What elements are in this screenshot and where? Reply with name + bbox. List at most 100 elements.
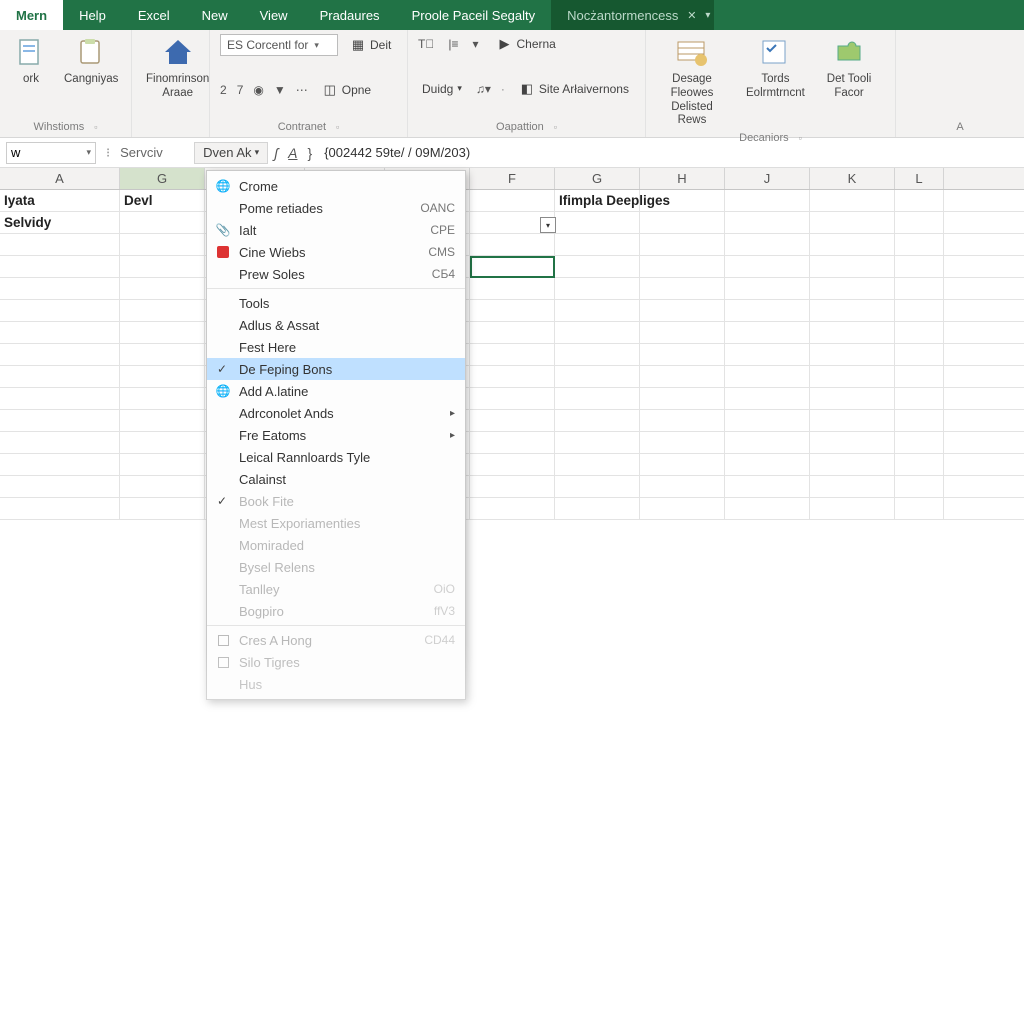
chevron-down-icon[interactable]: ▾ (705, 10, 710, 21)
tab-mern[interactable]: Mern (0, 0, 63, 30)
context-menu-label: Ialt (239, 223, 256, 238)
document-tab[interactable]: Nocżantormencess ✕ ▾ (551, 0, 714, 30)
ribbon: ork Cangniyas Wihstioms▫ Finomrinson Ara… (0, 30, 1024, 138)
col-header[interactable]: F (470, 168, 555, 189)
more-icon[interactable]: ⋯ (296, 83, 308, 97)
cell[interactable] (725, 212, 810, 233)
chevron-right-icon: ▸ (450, 408, 455, 419)
context-menu-label: Crome (239, 179, 278, 194)
cell[interactable] (470, 190, 555, 211)
context-menu-item[interactable]: ✓ De Feping Bons (207, 358, 465, 380)
cell[interactable] (810, 190, 895, 211)
desage-button[interactable]: Desage FleowesDelisted Rews (656, 34, 728, 130)
col-header[interactable]: A (0, 168, 120, 189)
context-menu-label: De Feping Bons (239, 362, 332, 377)
context-menu-item[interactable]: Leical Rannloards Tyle (207, 446, 465, 468)
context-menu-label: Cres A Hong (239, 633, 312, 648)
dialog-launcher-icon[interactable]: ▫ (554, 122, 557, 132)
tords-button[interactable]: TordsEolrmtrncnt (742, 34, 809, 103)
finomrinson-button[interactable]: Finomrinson Araae (142, 34, 213, 103)
cell[interactable] (555, 212, 640, 233)
globe2-icon: 🌐 (215, 383, 231, 399)
context-menu-label: Leical Rannloards Tyle (239, 450, 370, 465)
corcentl-combo[interactable]: ES Corcentl for▾ (220, 34, 338, 56)
context-menu-item[interactable]: Prew SolesCБ4 (207, 263, 465, 285)
group-label: Decaniors (739, 132, 789, 144)
context-menu-item[interactable]: 🌐Add A.latine (207, 380, 465, 402)
dialog-launcher-icon[interactable]: ▫ (94, 122, 97, 132)
col-header[interactable]: L (895, 168, 944, 189)
context-menu-label: Prew Soles (239, 267, 305, 282)
cell[interactable] (640, 212, 725, 233)
align-icon[interactable]: |≡ (448, 37, 458, 51)
puzzle-icon (832, 36, 866, 70)
col-header[interactable]: J (725, 168, 810, 189)
dropdown-icon[interactable]: ▾ (472, 37, 478, 51)
cell[interactable]: Devl (120, 190, 205, 211)
cell[interactable] (640, 190, 725, 211)
ork-button[interactable]: ork (10, 34, 52, 89)
shortcut-label: OiO (434, 582, 455, 596)
context-menu-item[interactable]: Pome retiadesOANC (207, 197, 465, 219)
opne-button[interactable]: ◫Opne (318, 80, 375, 100)
context-menu-item[interactable]: Cine WiebsCMS (207, 241, 465, 263)
cell[interactable] (895, 190, 944, 211)
context-menu-item[interactable]: Fre Eatoms ▸ (207, 424, 465, 446)
close-icon[interactable]: ✕ (687, 9, 696, 22)
context-menu-item[interactable]: 📎IaltCPE (207, 219, 465, 241)
dialog-launcher-icon[interactable]: ▫ (336, 122, 339, 132)
context-menu-item[interactable]: 🌐Crome (207, 175, 465, 197)
context-menu-item[interactable]: Fest Here (207, 336, 465, 358)
context-menu-item[interactable]: Adrconolet Ands▸ (207, 402, 465, 424)
name-box[interactable]: w▾ (6, 142, 96, 164)
check-icon: ✓ (217, 362, 227, 376)
context-menu-item: TanlleyOiO (207, 578, 465, 600)
context-menu-label: Book Fite (239, 494, 294, 509)
cell[interactable]: Iyata (0, 190, 120, 211)
servciv-label: Servciv (120, 145, 188, 160)
tab-proole[interactable]: Proole Paceil Segalty (396, 0, 552, 30)
cell[interactable] (810, 212, 895, 233)
brace-right-icon[interactable]: } (308, 145, 313, 161)
brace-left-icon[interactable]: ʃ (274, 145, 278, 161)
tab-view[interactable]: View (244, 0, 304, 30)
cell[interactable] (895, 212, 944, 233)
chevron-right-icon: ▸ (450, 430, 455, 441)
cherna-button[interactable]: ▶Cherna (493, 34, 560, 54)
site-button[interactable]: ◧Site Arłaivernons (515, 79, 633, 99)
cell[interactable] (725, 190, 810, 211)
filter-icon[interactable]: ▼ (274, 83, 286, 97)
tab-pradaures[interactable]: Pradaures (304, 0, 396, 30)
context-menu-item[interactable]: Calainst (207, 468, 465, 490)
cell[interactable] (120, 212, 205, 233)
font-icon[interactable]: A (288, 145, 297, 161)
col-header[interactable]: H (640, 168, 725, 189)
bullseye-icon[interactable]: ◉ (253, 83, 263, 97)
music-icon[interactable]: ♫▾ (476, 82, 491, 96)
tab-help[interactable]: Help (63, 0, 122, 30)
tab-excel[interactable]: Excel (122, 0, 186, 30)
context-menu-item[interactable]: Tools (207, 292, 465, 314)
dven-ak-button[interactable]: Dven Ak▾ (194, 142, 268, 164)
context-menu-label: Hus (239, 677, 262, 692)
context-menu-label: Fre Eatoms (239, 428, 306, 443)
num-2[interactable]: 2 (220, 83, 227, 97)
col-header[interactable]: G (555, 168, 640, 189)
selection-dropdown-icon[interactable]: ▾ (540, 217, 556, 233)
num-7[interactable]: 7 (237, 83, 244, 97)
tab-new[interactable]: New (186, 0, 244, 30)
duidg-button[interactable]: Duidg▾ (418, 80, 466, 98)
formula-input[interactable]: {002442 59te/ / 09M/203) (318, 145, 1018, 160)
dialog-launcher-icon[interactable]: ▫ (799, 133, 802, 143)
col-header[interactable]: G (120, 168, 205, 189)
deit-button[interactable]: ▦Deit (346, 35, 395, 55)
cell[interactable]: Ifimpla Deepliges (555, 190, 640, 211)
cell[interactable]: Selvidy (0, 212, 120, 233)
context-menu-item: Momiraded (207, 534, 465, 556)
cangniyas-button[interactable]: Cangniyas (60, 34, 122, 89)
text-icon[interactable]: T⃒ (418, 37, 434, 51)
context-menu-label: Adlus & Assat (239, 318, 319, 333)
col-header[interactable]: K (810, 168, 895, 189)
det-tooli-button[interactable]: Det TooliFacor (823, 34, 876, 103)
context-menu-item[interactable]: Adlus & Assat (207, 314, 465, 336)
